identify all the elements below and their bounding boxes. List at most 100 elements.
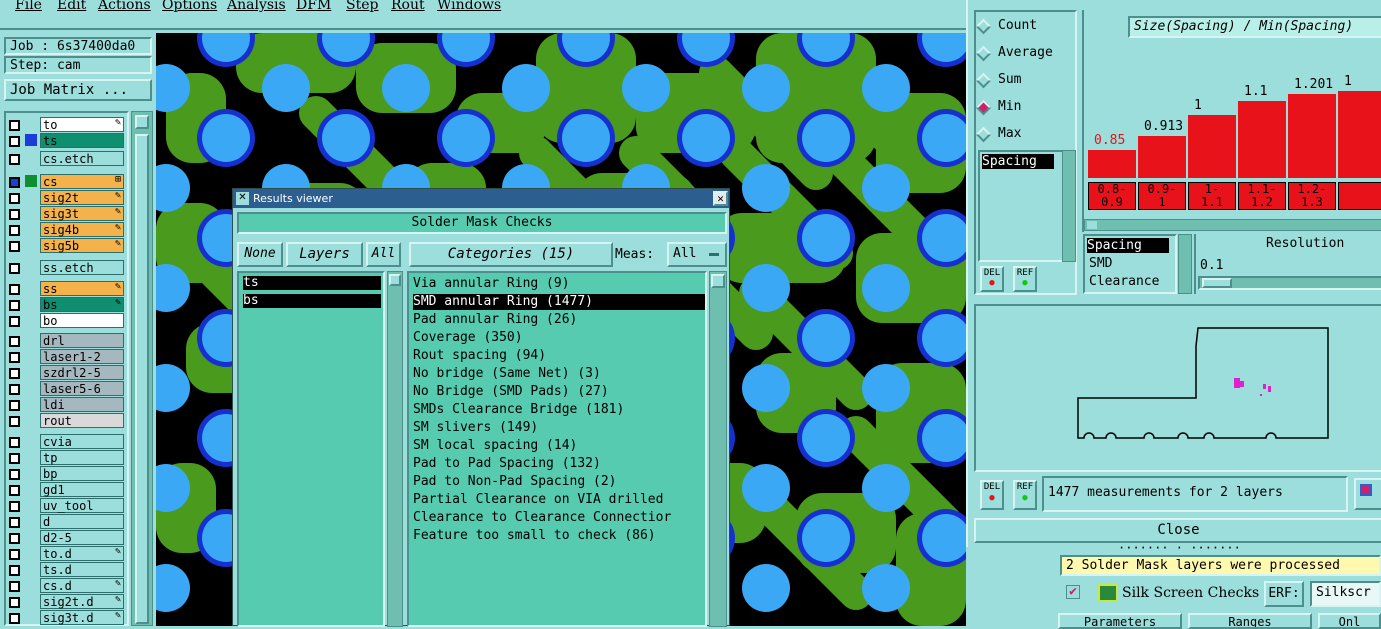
- spacing-list-scrollbar[interactable]: [1178, 234, 1192, 294]
- layer-checkbox[interactable]: [9, 565, 20, 576]
- resolution-slider-thumb[interactable]: [1202, 278, 1232, 288]
- layer-checkbox[interactable]: [9, 501, 20, 512]
- category-item[interactable]: Pad annular Ring (26): [413, 312, 577, 328]
- layer-row-cs-d[interactable]: cs.d ✎: [6, 578, 124, 593]
- category-item[interactable]: SM local spacing (14): [413, 438, 577, 454]
- histogram-bar[interactable]: [1238, 101, 1286, 178]
- zoom-icon[interactable]: [1354, 478, 1381, 510]
- category-item[interactable]: Pad to Non-Pad Spacing (2): [413, 474, 617, 490]
- menu-dfm[interactable]: DFM: [296, 0, 331, 13]
- layer-row-bo[interactable]: bo: [6, 313, 124, 328]
- histogram-bar[interactable]: [1288, 94, 1336, 178]
- layer-checkbox[interactable]: [9, 209, 20, 220]
- layer-checkbox[interactable]: [9, 613, 20, 624]
- layer-row-laser1-2[interactable]: laser1-2: [6, 349, 124, 364]
- category-item[interactable]: Clearance to Clearance Connectior: [413, 510, 671, 526]
- scroll-up-arrow[interactable]: [135, 115, 149, 129]
- category-item[interactable]: No Bridge (SMD Pads) (27): [413, 384, 609, 400]
- layer-row-sig2t[interactable]: sig2t ✎: [6, 190, 124, 205]
- layer-checkbox[interactable]: [9, 581, 20, 592]
- scroll-up-arrow[interactable]: [711, 274, 725, 288]
- menu-rout[interactable]: Rout: [391, 0, 425, 13]
- layers-listbox[interactable]: ts bs: [237, 271, 385, 627]
- histogram-bin[interactable]: 1.2- 1.3: [1288, 182, 1336, 210]
- onl-tab[interactable]: Onl: [1318, 613, 1381, 629]
- layers-button[interactable]: Layers: [286, 242, 363, 267]
- histogram-bar[interactable]: [1338, 91, 1381, 178]
- spacing-list-item-clearance[interactable]: Clearance: [1089, 274, 1159, 290]
- histogram-bin[interactable]: 1- 1.1: [1188, 182, 1236, 210]
- layer-checkbox[interactable]: [9, 336, 20, 347]
- category-item[interactable]: Feature too small to check (86): [413, 528, 656, 544]
- layer-checkbox[interactable]: [9, 154, 20, 165]
- layer-checkbox[interactable]: [9, 453, 20, 464]
- histogram-bar[interactable]: [1188, 115, 1236, 178]
- layer-checkbox[interactable]: [9, 352, 20, 363]
- histogram-bin[interactable]: 0.8- 0.9: [1088, 182, 1136, 210]
- close-icon[interactable]: ✕: [713, 191, 728, 206]
- board-preview[interactable]: [974, 304, 1381, 472]
- layer-checkbox[interactable]: [9, 120, 20, 131]
- category-item[interactable]: No bridge (Same Net) (3): [413, 366, 601, 382]
- layer-row-laser5-6[interactable]: laser5-6: [6, 381, 124, 396]
- layer-checkbox[interactable]: [9, 437, 20, 448]
- layer-row-ldi[interactable]: ldi: [6, 397, 124, 412]
- del-button-top[interactable]: DEL ●: [980, 266, 1004, 292]
- layer-checkbox[interactable]: [9, 416, 20, 427]
- category-item[interactable]: SM slivers (149): [413, 420, 538, 436]
- layer-row-ts-d[interactable]: ts.d: [6, 562, 124, 577]
- menu-options[interactable]: Options: [162, 0, 217, 13]
- layer-checkbox[interactable]: [9, 597, 20, 608]
- scroll-thumb[interactable]: [135, 134, 149, 624]
- layer-checkbox[interactable]: [9, 469, 20, 480]
- layer-item-bs[interactable]: bs: [243, 294, 381, 308]
- layer-row-ts[interactable]: ts: [6, 133, 124, 148]
- window-menu-icon[interactable]: ✕: [236, 192, 249, 205]
- ref-button[interactable]: REF ●: [1013, 480, 1037, 510]
- spacing-listbox-top[interactable]: Spacing: [978, 150, 1066, 262]
- layer-checkbox[interactable]: [9, 284, 20, 295]
- menu-actions[interactable]: Actions: [98, 0, 151, 13]
- histogram-bin[interactable]: 0.9- 1: [1138, 182, 1186, 210]
- scroll-left-arrow[interactable]: [1087, 221, 1097, 229]
- category-item[interactable]: SMD annular Ring (1477): [413, 294, 705, 310]
- layer-row-rout[interactable]: rout: [6, 413, 124, 428]
- layer-item-ts[interactable]: ts: [243, 276, 381, 290]
- layer-row-to-d[interactable]: to.d ✎: [6, 546, 124, 561]
- ranges-tab[interactable]: Ranges: [1188, 613, 1312, 629]
- layer-row-bp[interactable]: bp: [6, 466, 124, 481]
- menu-edit[interactable]: Edit: [57, 0, 86, 13]
- menu-file[interactable]: File: [15, 0, 42, 13]
- layer-checkbox[interactable]: [9, 136, 20, 147]
- layer-row-ss[interactable]: ss ✎: [6, 281, 124, 296]
- layer-row-sig3t-d[interactable]: sig3t.d ✎: [6, 610, 124, 625]
- layer-row-bs[interactable]: bs ✎: [6, 297, 124, 312]
- layer-checkbox[interactable]: [9, 300, 20, 311]
- layer-checkbox[interactable]: [9, 316, 20, 327]
- layer-row-to[interactable]: to ✎: [6, 117, 124, 132]
- layer-row-ss-etch[interactable]: ss.etch: [6, 260, 124, 275]
- layer-row-uv-tool[interactable]: uv_tool: [6, 498, 124, 513]
- category-item[interactable]: Rout spacing (94): [413, 348, 546, 364]
- scroll-up-arrow[interactable]: [389, 274, 401, 286]
- menu-windows[interactable]: Windows: [437, 0, 501, 13]
- layer-checkbox[interactable]: [9, 241, 20, 252]
- silk-checkbox[interactable]: ✔: [1066, 585, 1080, 599]
- layer-row-d2-5[interactable]: d2-5: [6, 530, 124, 545]
- category-item[interactable]: Pad to Pad Spacing (132): [413, 456, 601, 472]
- layer-checkbox[interactable]: [9, 533, 20, 544]
- histogram-bar[interactable]: [1138, 136, 1186, 178]
- job-matrix-button[interactable]: Job Matrix ...: [4, 79, 152, 101]
- erf-input[interactable]: Silkscr: [1310, 581, 1381, 607]
- category-item[interactable]: Coverage (350): [413, 330, 523, 346]
- layer-row-cs[interactable]: cs ⊞: [6, 174, 124, 189]
- layer-row-drl[interactable]: drl: [6, 333, 124, 348]
- histogram-bin[interactable]: [1338, 182, 1381, 210]
- layer-list-scrollbar[interactable]: [131, 111, 153, 626]
- categories-scrollbar[interactable]: [709, 271, 727, 627]
- layer-checkbox[interactable]: [9, 263, 20, 274]
- del-button[interactable]: DEL ●: [980, 480, 1004, 510]
- layer-checkbox[interactable]: [9, 485, 20, 496]
- categories-button[interactable]: Categories (15): [409, 242, 613, 267]
- spacing-scrollbar[interactable]: [1062, 150, 1076, 262]
